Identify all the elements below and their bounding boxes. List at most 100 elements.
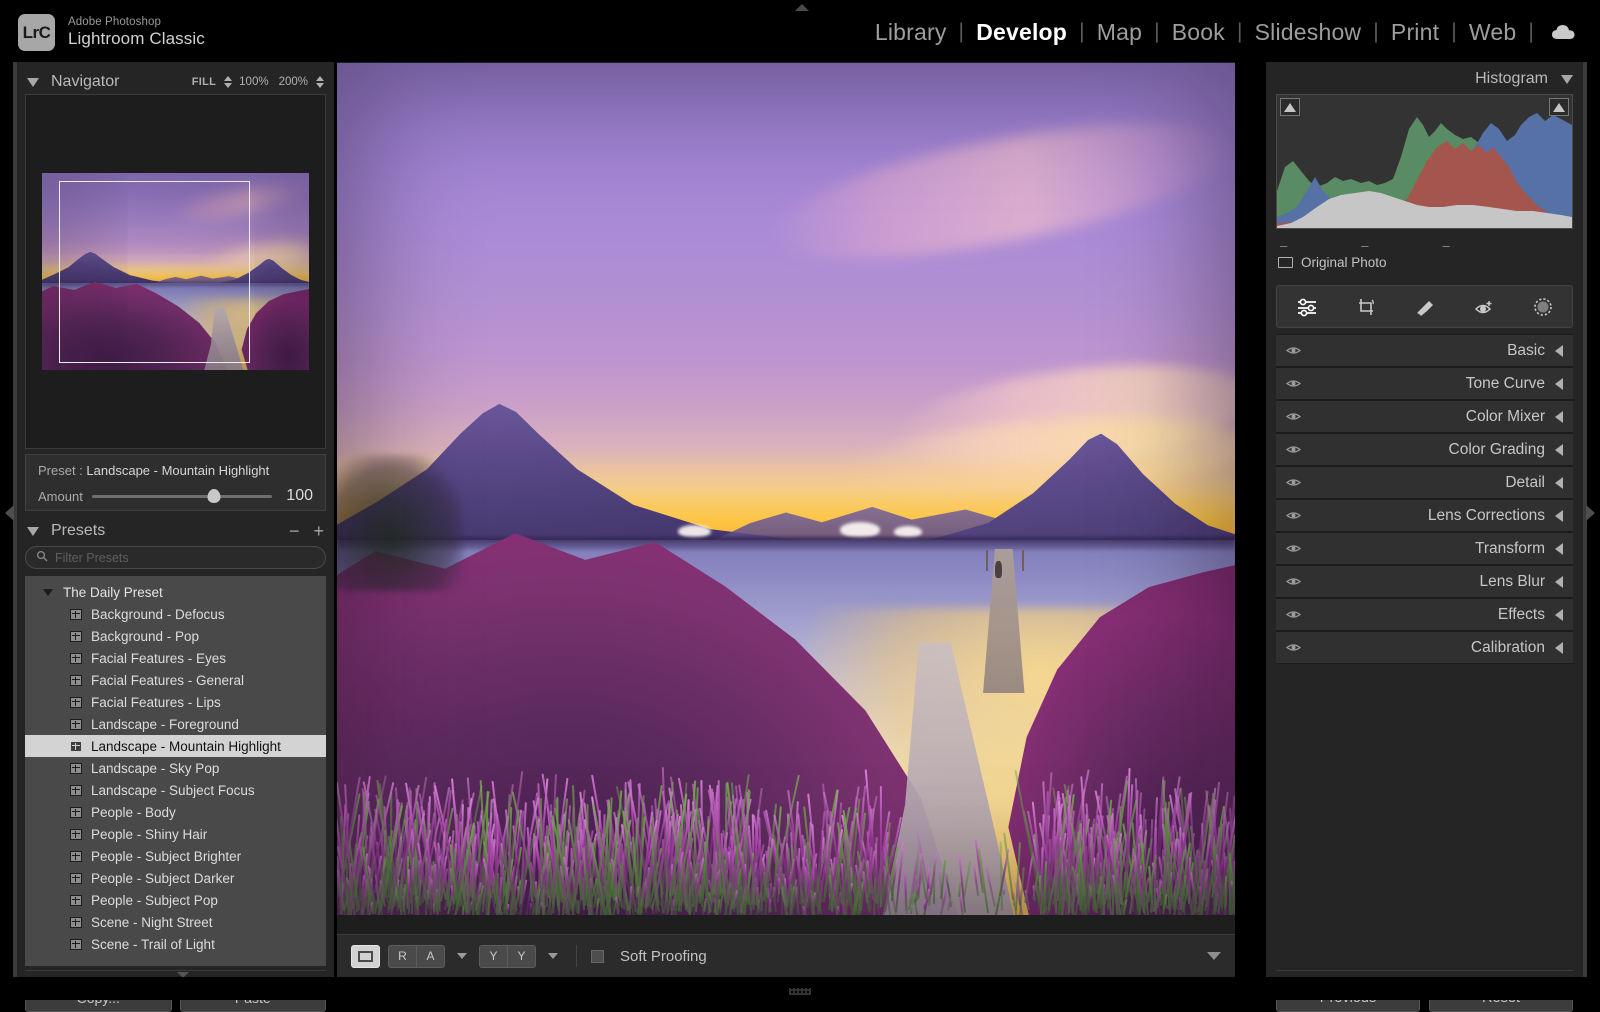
eye-icon[interactable] bbox=[1286, 510, 1301, 521]
panel-row-basic[interactable]: Basic bbox=[1276, 334, 1573, 367]
photo-image[interactable] bbox=[337, 63, 1235, 915]
amount-slider[interactable] bbox=[91, 488, 272, 503]
list-item[interactable]: Landscape - Subject Focus bbox=[25, 779, 326, 801]
list-item[interactable]: Facial Features - Lips bbox=[25, 691, 326, 713]
list-item[interactable]: People - Subject Pop bbox=[25, 889, 326, 911]
soft-proofing-label[interactable]: Soft Proofing bbox=[620, 948, 707, 965]
panel-row-transform[interactable]: Transform bbox=[1276, 532, 1573, 565]
chevron-down-icon[interactable] bbox=[43, 588, 53, 596]
eye-icon[interactable] bbox=[1286, 444, 1301, 455]
eye-icon[interactable] bbox=[1286, 609, 1301, 620]
presets-header[interactable]: Presets − + bbox=[17, 517, 334, 545]
chevron-down-icon[interactable] bbox=[1561, 74, 1573, 84]
chevron-left-icon[interactable] bbox=[1555, 575, 1563, 588]
highlight-clipping-indicator[interactable] bbox=[1549, 98, 1569, 116]
panel-row-color-mixer[interactable]: Color Mixer bbox=[1276, 400, 1573, 433]
top-panel-toggle[interactable] bbox=[795, 4, 809, 11]
module-book[interactable]: Book bbox=[1160, 19, 1237, 46]
chevron-left-icon[interactable] bbox=[1555, 542, 1563, 555]
list-item[interactable]: Scene - Trail of Light bbox=[25, 933, 326, 955]
list-item[interactable]: People - Shiny Hair bbox=[25, 823, 326, 845]
panel-row-calibration[interactable]: Calibration bbox=[1276, 631, 1573, 664]
zoom-level-fill[interactable]: FILL bbox=[189, 76, 219, 88]
photo-viewport[interactable] bbox=[337, 63, 1235, 915]
module-develop[interactable]: Develop bbox=[964, 19, 1079, 46]
eye-icon[interactable] bbox=[1286, 345, 1301, 356]
list-item[interactable]: Facial Features - General bbox=[25, 669, 326, 691]
collapse-right-panel-arrow[interactable] bbox=[1586, 505, 1595, 521]
masking-icon[interactable] bbox=[1530, 294, 1556, 320]
histogram-graph[interactable] bbox=[1276, 94, 1573, 229]
add-preset-button[interactable]: + bbox=[313, 521, 324, 542]
module-web[interactable]: Web bbox=[1457, 19, 1528, 46]
chevron-left-icon[interactable] bbox=[1555, 377, 1563, 390]
healing-brush-icon[interactable] bbox=[1412, 294, 1438, 320]
zoom-level-200[interactable]: 200% bbox=[276, 76, 311, 88]
amount-value[interactable]: 100 bbox=[281, 487, 313, 505]
panel-row-color-grading[interactable]: Color Grading bbox=[1276, 433, 1573, 466]
module-slideshow[interactable]: Slideshow bbox=[1243, 19, 1374, 46]
chevron-left-icon[interactable] bbox=[1555, 476, 1563, 489]
compare-options-caret[interactable] bbox=[548, 953, 558, 959]
navigator-preview[interactable] bbox=[25, 94, 326, 449]
zoom-fill-stepper[interactable] bbox=[224, 76, 233, 88]
before-after-options-caret[interactable] bbox=[457, 953, 467, 959]
compare-left-button[interactable]: Y bbox=[479, 944, 508, 968]
eye-icon[interactable] bbox=[1286, 576, 1301, 587]
list-item[interactable]: Facial Features - Eyes bbox=[25, 647, 326, 669]
before-view-button[interactable]: R bbox=[388, 944, 417, 968]
list-item-selected[interactable]: Landscape - Mountain Highlight bbox=[25, 735, 326, 757]
chevron-left-icon[interactable] bbox=[1555, 509, 1563, 522]
zoom-200-stepper[interactable] bbox=[316, 76, 324, 88]
red-eye-icon[interactable] bbox=[1471, 294, 1497, 320]
navigator-header[interactable]: Navigator FILL 100% 200% bbox=[17, 68, 334, 96]
toolbar-options-caret[interactable] bbox=[1207, 952, 1221, 960]
histogram-header[interactable]: Histogram bbox=[1475, 70, 1573, 88]
module-map[interactable]: Map bbox=[1085, 19, 1154, 46]
loupe-view-button[interactable] bbox=[351, 944, 380, 968]
eye-icon[interactable] bbox=[1286, 411, 1301, 422]
chevron-down-icon[interactable] bbox=[27, 526, 39, 536]
compare-right-button[interactable]: Y bbox=[507, 944, 536, 968]
eye-icon[interactable] bbox=[1286, 642, 1301, 653]
chevron-left-icon[interactable] bbox=[1555, 443, 1563, 456]
list-item[interactable]: People - Body bbox=[25, 801, 326, 823]
module-print[interactable]: Print bbox=[1379, 19, 1451, 46]
collapse-left-panel-arrow[interactable] bbox=[5, 505, 14, 521]
filmstrip-toggle-grip[interactable] bbox=[789, 988, 811, 995]
presets-filter-field[interactable]: Filter Presets bbox=[25, 546, 326, 569]
list-item[interactable]: People - Subject Darker bbox=[25, 867, 326, 889]
chevron-left-icon[interactable] bbox=[1555, 410, 1563, 423]
cloud-icon[interactable] bbox=[1550, 22, 1580, 42]
zoom-level-100[interactable]: 100% bbox=[236, 76, 271, 88]
list-item[interactable]: Background - Defocus bbox=[25, 603, 326, 625]
after-view-button[interactable]: A bbox=[416, 944, 445, 968]
panel-row-tone-curve[interactable]: Tone Curve bbox=[1276, 367, 1573, 400]
original-photo-toggle[interactable]: Original Photo bbox=[1278, 255, 1387, 270]
preset-group-the-daily-preset[interactable]: The Daily Preset bbox=[25, 581, 326, 603]
shadow-clipping-indicator[interactable] bbox=[1280, 98, 1300, 116]
chevron-left-icon[interactable] bbox=[1555, 608, 1563, 621]
chevron-down-icon[interactable] bbox=[27, 77, 39, 87]
panel-row-lens-corrections[interactable]: Lens Corrections bbox=[1276, 499, 1573, 532]
module-library[interactable]: Library bbox=[863, 19, 959, 46]
list-item[interactable]: Background - Pop bbox=[25, 625, 326, 647]
list-item[interactable]: Landscape - Sky Pop bbox=[25, 757, 326, 779]
panel-row-detail[interactable]: Detail bbox=[1276, 466, 1573, 499]
eye-icon[interactable] bbox=[1286, 543, 1301, 554]
list-item[interactable]: Scene - Night Street bbox=[25, 911, 326, 933]
remove-preset-button[interactable]: − bbox=[289, 521, 300, 542]
edit-sliders-icon[interactable] bbox=[1294, 294, 1320, 320]
chevron-left-icon[interactable] bbox=[1555, 344, 1563, 357]
chevron-left-icon[interactable] bbox=[1555, 641, 1563, 654]
panel-row-lens-blur[interactable]: Lens Blur bbox=[1276, 565, 1573, 598]
list-item[interactable]: Landscape - Foreground bbox=[25, 713, 326, 735]
panel-row-effects[interactable]: Effects bbox=[1276, 598, 1573, 631]
crop-overlay-icon[interactable] bbox=[1353, 294, 1379, 320]
list-item[interactable]: People - Subject Brighter bbox=[25, 845, 326, 867]
eye-icon[interactable] bbox=[1286, 378, 1301, 389]
presets-list[interactable]: The Daily Preset Background - Defocus Ba… bbox=[25, 576, 326, 966]
soft-proofing-checkbox[interactable] bbox=[591, 949, 604, 963]
amount-slider-handle[interactable] bbox=[207, 488, 221, 503]
eye-icon[interactable] bbox=[1286, 477, 1301, 488]
